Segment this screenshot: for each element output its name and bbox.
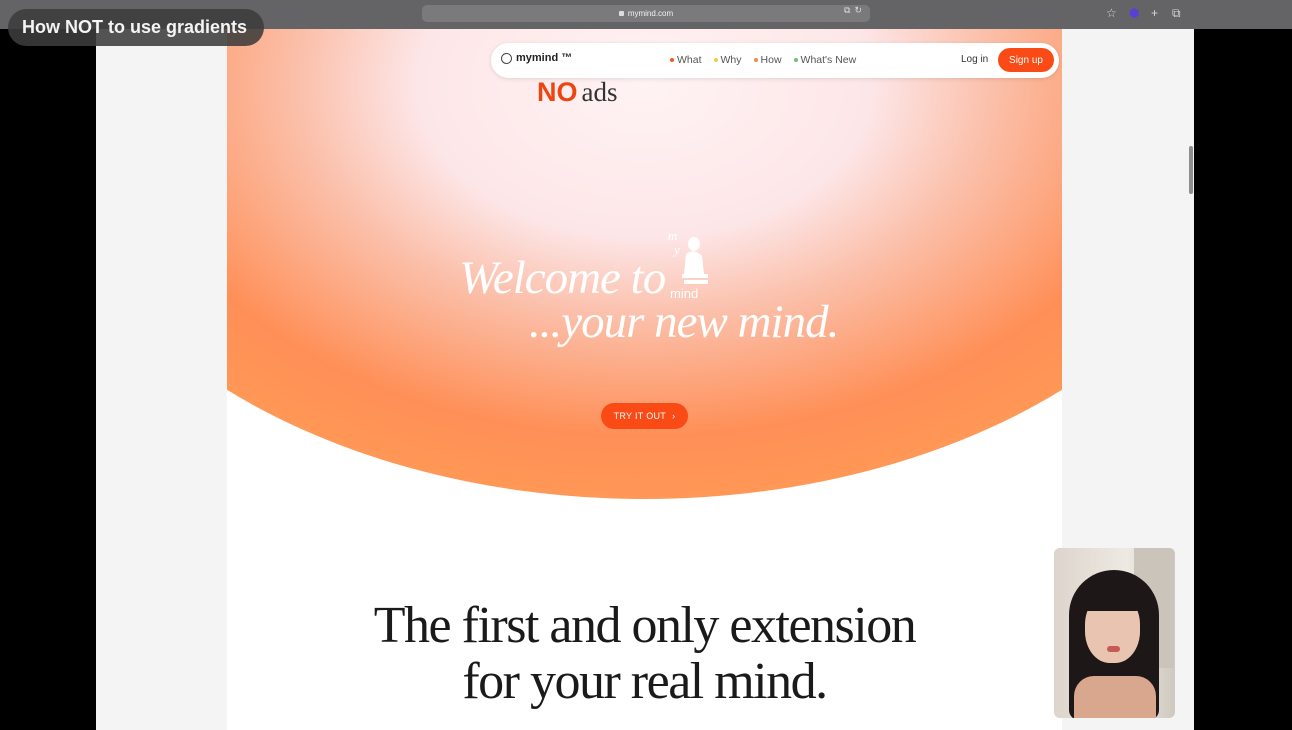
translate-icon[interactable]: ⧉	[844, 5, 850, 16]
tabs-icon[interactable]: ⧉	[1172, 6, 1181, 20]
svg-text:y: y	[672, 242, 680, 257]
new-tab-icon[interactable]: +	[1151, 6, 1158, 20]
reload-icon[interactable]: ↻	[854, 5, 862, 16]
presenter-body	[1074, 676, 1156, 718]
nav-link-what[interactable]: What	[670, 54, 702, 66]
nav-links: What Why How What's New	[670, 54, 856, 66]
ads-text: ads	[581, 77, 618, 107]
address-bar[interactable]: mymind.com ⧉ ↻	[422, 5, 870, 22]
dot-icon	[793, 58, 798, 62]
dot-icon	[753, 58, 758, 62]
nav-label: Why	[720, 54, 742, 66]
dot-icon	[670, 58, 674, 62]
web-page: mymind ™ What Why How What's New Log in …	[96, 29, 1194, 730]
webcam-feed	[1054, 548, 1175, 718]
presenter-mouth	[1107, 646, 1120, 652]
svg-text:m: m	[668, 228, 677, 243]
welcome-line-2: ...your new mind.	[529, 296, 839, 348]
section-heading-line-1: The first and only extension	[373, 597, 917, 654]
page-scrollbar[interactable]	[1189, 146, 1193, 194]
signup-button[interactable]: Sign up	[998, 48, 1054, 72]
nav-label: What's New	[800, 54, 857, 66]
chevron-right-icon: ›	[672, 411, 676, 421]
presenter-bangs	[1082, 581, 1142, 611]
dot-icon	[713, 58, 718, 62]
video-title-overlay: How NOT to use gradients	[8, 9, 264, 46]
site-logo[interactable]: mymind ™	[501, 52, 572, 64]
mymind-logo-icon	[501, 52, 512, 64]
no-ads-heading: NO ads	[537, 77, 618, 108]
login-link[interactable]: Log in	[961, 54, 988, 65]
nav-link-why[interactable]: Why	[713, 54, 742, 66]
extension-icon[interactable]: ⬢	[1129, 6, 1139, 20]
url-text: mymind.com	[627, 9, 674, 18]
nav-label: What	[677, 54, 702, 66]
mymind-mark-icon: m y mind	[668, 228, 708, 300]
cta-label: TRY IT OUT	[613, 411, 667, 421]
star-icon[interactable]: ☆	[1106, 6, 1117, 20]
no-text: NO	[537, 77, 578, 107]
site-nav: mymind ™ What Why How What's New Log in …	[491, 43, 1059, 78]
nav-label: How	[760, 54, 782, 66]
nav-link-whats-new[interactable]: What's New	[793, 54, 857, 66]
try-it-out-button[interactable]: TRY IT OUT ›	[601, 403, 688, 429]
page-content: mymind ™ What Why How What's New Log in …	[227, 29, 1062, 730]
section-heading-line-2: for your real mind.	[462, 653, 828, 710]
logo-text: mymind ™	[516, 52, 573, 64]
nav-link-how[interactable]: How	[753, 54, 782, 66]
lock-icon	[618, 11, 624, 16]
